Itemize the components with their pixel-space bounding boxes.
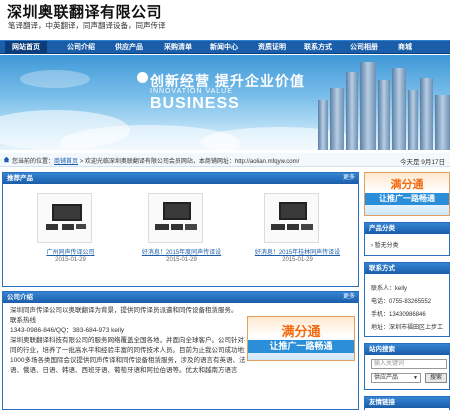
ad-title: 满分通 <box>390 179 424 191</box>
intro-line: 1000多场各类国际会议提供同声传译和同传设备租赁服务，涉及的语言有英语、法语、… <box>10 357 245 364</box>
contact-address: 地址：深圳市福田区上步工 <box>371 325 444 331</box>
panel-title: 公司介绍 <box>7 294 33 301</box>
hero-banner: 创新经营 提升企业价值 INNOVATION VALUE BUSINESS <box>0 55 450 150</box>
product-image[interactable] <box>37 193 92 243</box>
ad-subtitle: 让推广一路畅通 <box>365 193 449 205</box>
product-card[interactable]: 好消息！2015年度同声传译设 2015-01-29 <box>134 191 229 281</box>
product-card[interactable]: 好消息！2015年桂林同声传译设 2015-01-29 <box>250 191 345 281</box>
site-title: 深圳奥联翻译有限公司 <box>7 4 163 21</box>
banner-logo-icon <box>137 72 148 83</box>
product-title[interactable]: 广州同声传译公司 <box>23 247 118 256</box>
category-item[interactable]: › 暂无分类 <box>371 240 399 249</box>
product-category-panel: 产品分类 › 暂无分类 <box>364 222 450 256</box>
banner-tagline: INNOVATION VALUE <box>150 88 233 95</box>
intro-line: 深圳奥联翻译科技有限公司的服务网络覆盖全国各地，并面向全球客户。公司针对不 <box>10 337 245 344</box>
search-type-select[interactable]: 供应产品 ▼ <box>371 373 421 383</box>
intro-text: 深圳同声传译公司以奥联翻译为背景，提供同传译员派遣和同传设备租赁服务。 联系热线… <box>10 306 245 376</box>
sidebar-ad-banner[interactable]: 满分通 让推广一路畅通 <box>364 172 450 216</box>
company-intro-panel: 公司介绍 更多 深圳同声传译公司以奥联翻译为背景，提供同传译员派遣和同传设备租赁… <box>2 291 359 410</box>
nav-item-contact[interactable]: 联系方式 <box>297 41 339 54</box>
search-button[interactable]: 搜索 <box>425 373 447 383</box>
panel-header: 推荐产品 更多 <box>3 173 358 184</box>
nav-item-products[interactable]: 供应产品 <box>108 41 150 54</box>
welcome-text: > 欢迎光临深圳奥联翻译有限公司会员网站，本商铺网址： <box>78 159 235 165</box>
nav-item-news[interactable]: 新闻中心 <box>203 41 245 54</box>
breadcrumb: 您当前的位置：商铺首页 > 欢迎光临深圳奥联翻译有限公司会员网站，本商铺网址：h… <box>12 156 299 165</box>
chevron-down-icon: ▼ <box>413 375 418 381</box>
intro-line: 语、俄语、日语、韩语、西班牙语、葡萄牙语和阿拉伯语等。优太和越南方语言 <box>10 367 238 374</box>
search-input[interactable]: 输入关键词 <box>371 359 447 369</box>
nav-item-home[interactable]: 网站首页 <box>5 41 47 54</box>
friend-links-panel: 友情链接 <box>364 396 450 410</box>
main-nav: 网站首页 公司介绍 供应产品 采购清单 新闻中心 资质证明 联系方式 公司相册 … <box>0 40 450 54</box>
nav-item-shop[interactable]: 商城 <box>392 41 418 54</box>
contact-phone: 电话：0755-83265552 <box>371 299 432 305</box>
intro-line: 同的行业，培养了一批高水平和经验丰富的同传技术人员。目前为止我公司成功地为全国 <box>10 347 245 354</box>
panel-title: 联系方式 <box>365 263 449 274</box>
more-link[interactable]: 更多 <box>343 292 355 303</box>
more-link[interactable]: 更多 <box>343 173 355 184</box>
category-item-label: 暂无分类 <box>374 243 399 249</box>
contact-panel: 联系方式 联系人：kelly 电话：0755-83265552 手机：13430… <box>364 262 450 337</box>
site-search-panel: 站内搜索 输入关键词 供应产品 ▼ 搜索 <box>364 343 450 390</box>
contact-person: 联系人：kelly <box>371 286 408 292</box>
location-bar: 您当前的位置：商铺首页 > 欢迎光临深圳奥联翻译有限公司会员网站，本商铺网址：h… <box>0 153 450 167</box>
site-subtitle: 笔译翻译，中英翻译，同声翻译设备，同声传译 <box>8 21 166 30</box>
nav-item-purchase[interactable]: 采购清单 <box>157 41 199 54</box>
product-image[interactable] <box>148 193 203 243</box>
ad-subtitle: 让推广一路畅通 <box>248 340 354 353</box>
breadcrumb-home-link[interactable]: 商铺首页 <box>54 159 78 165</box>
shop-url: http://aolian.mfqyw.com/ <box>234 159 300 165</box>
intro-ad-banner[interactable]: 满分通 让推广一路畅通 <box>247 316 355 361</box>
nav-item-certificates[interactable]: 资质证明 <box>251 41 293 54</box>
panel-title: 友情链接 <box>365 397 449 408</box>
banner-business-text: BUSINESS <box>150 95 240 112</box>
breadcrumb-prefix: 您当前的位置： <box>12 159 55 165</box>
ad-title: 满分通 <box>281 324 321 339</box>
panel-title: 站内搜索 <box>365 344 449 355</box>
nav-item-about[interactable]: 公司介绍 <box>60 41 102 54</box>
product-date: 2015-01-29 <box>282 257 313 263</box>
contact-mobile: 手机：13430986846 <box>371 312 426 318</box>
recommended-products-panel: 推荐产品 更多 广州同声传译公司 2015-01-29 好消息！2015年度同声… <box>2 172 359 287</box>
select-value: 供应产品 <box>374 375 399 381</box>
home-icon <box>3 156 10 163</box>
intro-line: 深圳同声传译公司以奥联翻译为背景，提供同传译员派遣和同传设备租赁服务。 <box>10 307 238 314</box>
intro-line: 1343-0986-846/QQ：383-684-973 kelly <box>10 327 125 334</box>
product-title[interactable]: 好消息！2015年桂林同声传译设 <box>250 247 345 256</box>
intro-line: 联系热线 <box>10 317 36 324</box>
panel-title: 产品分类 <box>365 223 449 234</box>
product-card[interactable]: 广州同声传译公司 2015-01-29 <box>23 191 118 281</box>
site-header: 深圳奥联翻译有限公司 笔译翻译，中英翻译，同声翻译设备，同声传译 <box>0 0 450 40</box>
panel-header: 公司介绍 更多 <box>3 292 358 303</box>
panel-title: 推荐产品 <box>7 175 33 182</box>
product-image[interactable] <box>264 193 319 243</box>
product-date: 2015-01-29 <box>55 257 86 263</box>
current-date: 今天是 9月17日 <box>400 159 446 166</box>
nav-item-album[interactable]: 公司相册 <box>343 41 385 54</box>
product-date: 2015-01-29 <box>166 257 197 263</box>
product-title[interactable]: 好消息！2015年度同声传译设 <box>134 247 229 256</box>
